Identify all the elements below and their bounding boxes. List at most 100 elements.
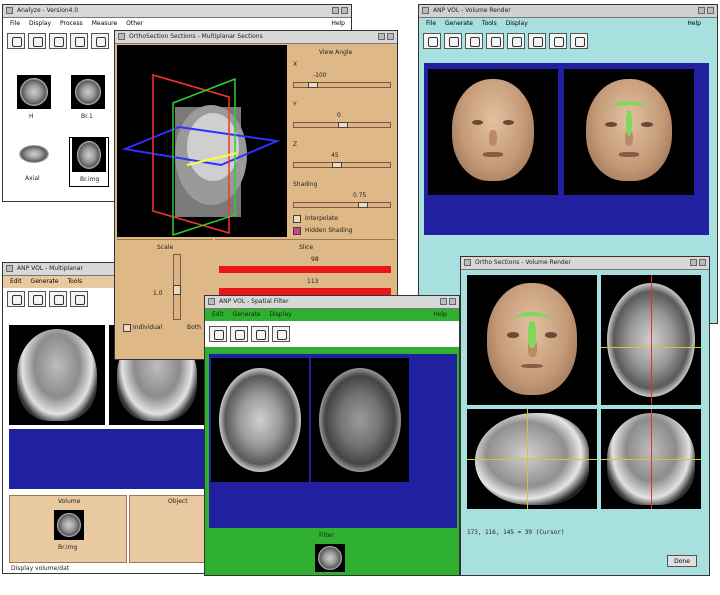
render-tool-icon[interactable]: [423, 33, 441, 49]
spatial-toolbar: [205, 321, 459, 347]
interpolate-toggle[interactable]: [293, 215, 301, 223]
menu-display[interactable]: Display: [506, 20, 528, 27]
individual-toggle[interactable]: [123, 324, 131, 332]
output-tool-icon[interactable]: [570, 33, 588, 49]
maximize-icon[interactable]: [341, 7, 348, 14]
brain-slice-shape: [187, 113, 239, 181]
window-menu-icon[interactable]: [464, 259, 471, 266]
crosshair-vertical: [651, 409, 652, 509]
menu-edit[interactable]: Edit: [212, 311, 224, 318]
thumbnail-item[interactable]: H: [15, 75, 55, 125]
analyze-title-bar[interactable]: Analyze - Version4.0: [3, 5, 351, 18]
minimize-icon[interactable]: [698, 7, 705, 14]
image-tool-icon[interactable]: [49, 33, 67, 49]
minimize-icon[interactable]: [378, 33, 385, 40]
menu-generate[interactable]: Generate: [233, 311, 261, 318]
slice-slider-red-bottom[interactable]: [219, 288, 391, 295]
hidden-shading-toggle[interactable]: [293, 227, 301, 235]
volume-thumbnail[interactable]: [54, 510, 84, 540]
render-view-left[interactable]: [428, 69, 558, 195]
slider-knob[interactable]: [308, 82, 318, 88]
menu-generate[interactable]: Generate: [31, 278, 59, 285]
maximize-icon[interactable]: [387, 33, 394, 40]
head-mouth: [521, 363, 543, 369]
slider-knob[interactable]: [358, 202, 368, 208]
oblique-title-bar[interactable]: OrthoSection Sections - Multiplanar Sect…: [115, 31, 397, 44]
volume-render-title-bar[interactable]: ANP VOL - Volume Render: [419, 5, 717, 18]
spatial-bottom-thumbnail[interactable]: [315, 544, 345, 572]
thumbnail-item[interactable]: Axial: [15, 137, 55, 187]
measure-tool-icon[interactable]: [91, 33, 109, 49]
menu-other[interactable]: Other: [126, 20, 143, 27]
arrow-tool-icon[interactable]: [49, 291, 67, 307]
x-angle-slider[interactable]: [293, 82, 391, 88]
coronal-view-left[interactable]: [9, 325, 105, 425]
scale-slider[interactable]: [173, 254, 181, 320]
spatial-title-bar[interactable]: ANP VOL - Spatial Filter: [205, 296, 459, 309]
filter-tool-icon[interactable]: [209, 326, 227, 342]
z-angle-slider[interactable]: [293, 162, 391, 168]
crosshair-vertical: [651, 275, 652, 405]
axial-view-filtered[interactable]: [311, 358, 409, 482]
menu-tools[interactable]: Tools: [482, 20, 497, 27]
slider-knob[interactable]: [332, 162, 342, 168]
window-menu-icon[interactable]: [118, 33, 125, 40]
compare-tool-icon[interactable]: [549, 33, 567, 49]
shading-slider[interactable]: [293, 202, 391, 208]
maximize-icon[interactable]: [699, 259, 706, 266]
filter-tool-icon[interactable]: [70, 33, 88, 49]
menu-process[interactable]: Process: [60, 20, 83, 27]
window-menu-icon[interactable]: [6, 7, 13, 14]
menu-help[interactable]: Help: [687, 18, 701, 30]
output-tool-icon[interactable]: [272, 326, 290, 342]
rotate-tool-icon[interactable]: [444, 33, 462, 49]
thumbnail-item[interactable]: Br.img: [69, 137, 109, 187]
ortho-sagittal-view[interactable]: [467, 409, 597, 509]
maximize-icon[interactable]: [449, 298, 456, 305]
slice-tool-icon[interactable]: [7, 291, 25, 307]
minimize-icon[interactable]: [440, 298, 447, 305]
menu-help[interactable]: Help: [331, 18, 345, 30]
display-tool-icon[interactable]: [28, 33, 46, 49]
grid-tool-icon[interactable]: [251, 326, 269, 342]
slice-slider-red-top[interactable]: [219, 266, 391, 273]
sequence-tool-icon[interactable]: [465, 33, 483, 49]
menu-generate[interactable]: Generate: [445, 20, 473, 27]
minimize-icon[interactable]: [690, 259, 697, 266]
menu-display[interactable]: Display: [270, 311, 292, 318]
menu-tools[interactable]: Tools: [68, 278, 83, 285]
menu-file[interactable]: File: [426, 20, 436, 27]
done-button[interactable]: Done: [667, 555, 697, 567]
minimize-icon[interactable]: [332, 7, 339, 14]
maximize-icon[interactable]: [707, 7, 714, 14]
oblique-3d-view[interactable]: [117, 45, 287, 237]
ortho-render-view[interactable]: [467, 275, 597, 405]
cut-tool-icon[interactable]: [486, 33, 504, 49]
window-menu-icon[interactable]: [208, 298, 215, 305]
menu-help[interactable]: Help: [433, 309, 447, 321]
thumbnail-scan: [75, 79, 101, 105]
window-menu-icon[interactable]: [422, 7, 429, 14]
thumbnail-item[interactable]: Br.1: [69, 75, 109, 125]
volume-render-title: ANP VOL - Volume Render: [433, 7, 511, 14]
scale-slider-knob[interactable]: [173, 285, 181, 295]
ortho-axial-view[interactable]: [601, 275, 701, 405]
menu-display[interactable]: Display: [29, 20, 51, 27]
ortho-title-bar[interactable]: Ortho Sections - Volume Render: [461, 257, 709, 270]
load-tool-icon[interactable]: [7, 33, 25, 49]
render-view-right[interactable]: [564, 69, 694, 195]
menu-measure[interactable]: Measure: [92, 20, 118, 27]
transform-tool-icon[interactable]: [507, 33, 525, 49]
slider-knob[interactable]: [338, 122, 348, 128]
grid-tool-icon[interactable]: [28, 291, 46, 307]
measure-tool-icon[interactable]: [70, 291, 88, 307]
y-angle-slider[interactable]: [293, 122, 391, 128]
axial-view-original[interactable]: [211, 358, 309, 482]
window-menu-icon[interactable]: [6, 265, 13, 272]
ortho-coronal-view[interactable]: [601, 409, 701, 509]
kernel-tool-icon[interactable]: [230, 326, 248, 342]
grid-tool-icon[interactable]: [528, 33, 546, 49]
thumbnail-label: Axial: [25, 175, 40, 182]
menu-edit[interactable]: Edit: [10, 278, 22, 285]
menu-file[interactable]: File: [10, 20, 20, 27]
